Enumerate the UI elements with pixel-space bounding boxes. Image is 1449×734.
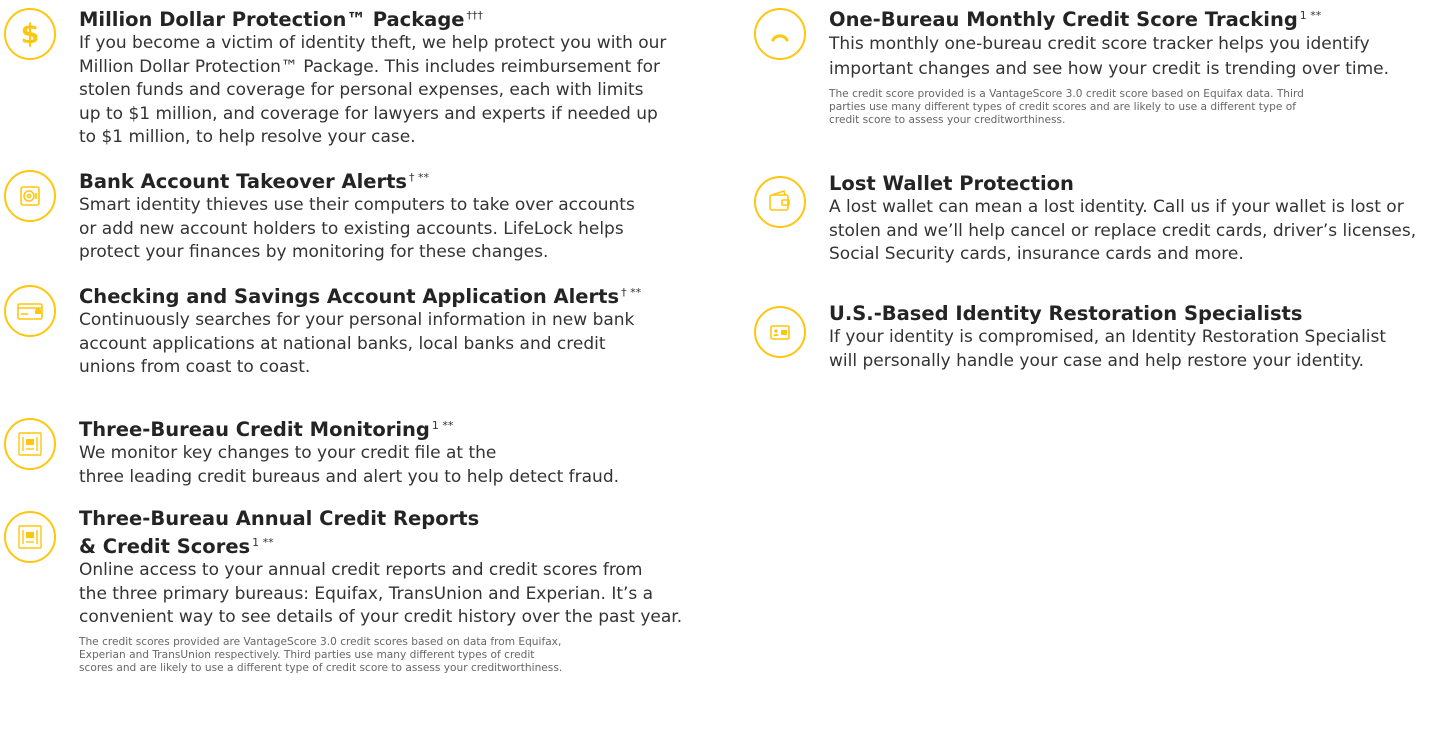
feature-title: Checking and Savings Account Application… bbox=[79, 285, 642, 308]
feature-description: This monthly one-bureau credit score tra… bbox=[829, 34, 1390, 79]
feature-description: Online access to your annual credit repo… bbox=[79, 560, 683, 627]
card-alert-icon bbox=[4, 285, 56, 337]
feature-disclaimer: The credit score provided is a VantageSc… bbox=[829, 88, 1304, 126]
feature-title: Three-Bureau Credit Monitoring 1 ** bbox=[79, 418, 454, 441]
feature-title: Lost Wallet Protection bbox=[829, 172, 1074, 195]
feature-description: Continuously searches for your personal … bbox=[79, 310, 635, 377]
feature-title: Three-Bureau Annual Credit Reports & Cre… bbox=[79, 507, 480, 558]
feature-description: We monitor key changes to your credit fi… bbox=[79, 443, 620, 487]
feature-title: Bank Account Takeover Alerts † ** bbox=[79, 170, 430, 193]
svg-text:$: $ bbox=[21, 19, 40, 50]
feature-title: One-Bureau Monthly Credit Score Tracking… bbox=[829, 8, 1322, 31]
wallet-icon bbox=[754, 176, 806, 228]
credit-report-icon bbox=[4, 418, 56, 470]
id-card-icon bbox=[754, 306, 806, 358]
feature-title: U.S.-Based Identity Restoration Speciali… bbox=[829, 302, 1303, 325]
feature-title: Million Dollar Protection™ Package ††† bbox=[79, 8, 484, 31]
gauge-icon bbox=[754, 8, 806, 60]
feature-description: If your identity is compromised, an Iden… bbox=[829, 327, 1387, 371]
dollar-icon: $ bbox=[4, 8, 56, 60]
bank-vault-icon bbox=[4, 170, 56, 222]
feature-disclaimer: The credit scores provided are VantageSc… bbox=[79, 635, 563, 674]
credit-report-icon bbox=[4, 511, 56, 563]
feature-description: A lost wallet can mean a lost identity. … bbox=[829, 197, 1417, 264]
feature-description: If you become a victim of identity theft… bbox=[79, 33, 667, 147]
feature-description: Smart identity thieves use their compute… bbox=[79, 195, 635, 262]
